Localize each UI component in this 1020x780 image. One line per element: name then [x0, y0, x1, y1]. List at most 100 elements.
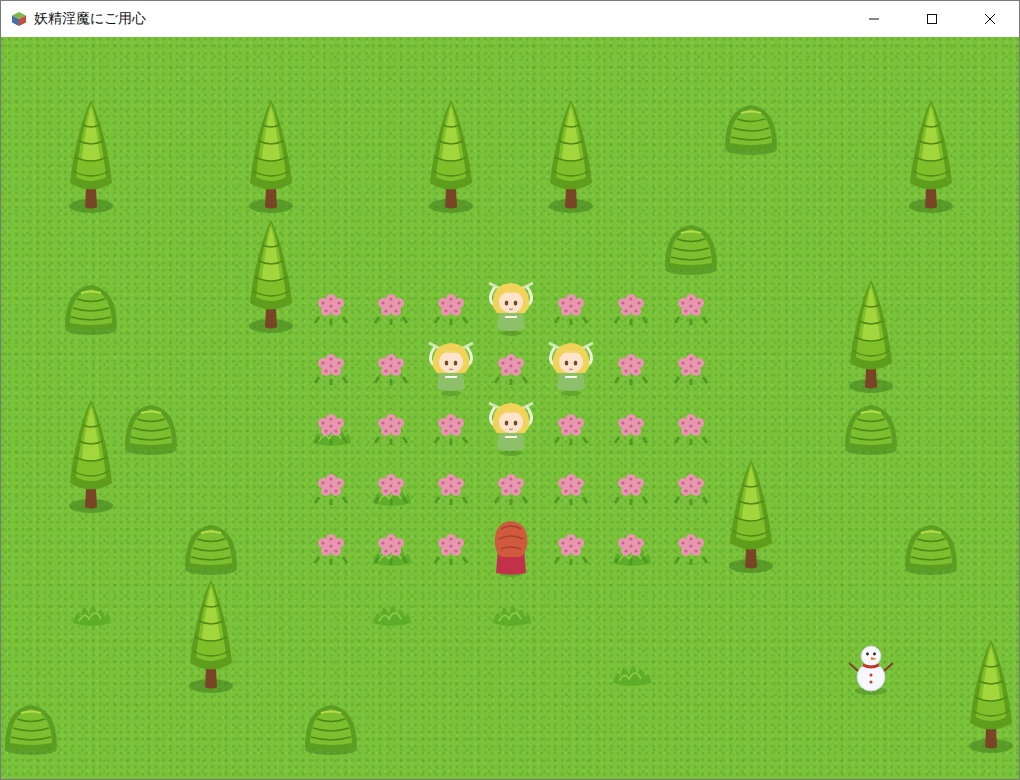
fairy-icon — [481, 397, 541, 457]
bush-icon — [721, 97, 781, 157]
flower-sprite — [301, 457, 361, 517]
flower-icon — [301, 457, 361, 517]
title-bar: 妖精淫魔にご用心 — [1, 1, 1019, 37]
flower-sprite — [301, 397, 361, 457]
flower-icon — [301, 397, 361, 457]
maximize-button[interactable] — [903, 1, 961, 37]
tree-sprite — [841, 277, 901, 397]
flower-sprite — [301, 517, 361, 577]
player-icon — [481, 517, 541, 577]
flower-icon — [661, 517, 721, 577]
tree-icon — [841, 277, 901, 397]
bush-sprite — [121, 397, 181, 457]
flower-icon — [601, 337, 661, 397]
tree-sprite — [721, 457, 781, 577]
flower-sprite — [361, 397, 421, 457]
flower-sprite — [601, 397, 661, 457]
tree-icon — [721, 457, 781, 577]
bush-sprite — [301, 697, 361, 757]
flower-sprite — [361, 337, 421, 397]
flower-icon — [661, 277, 721, 337]
window-title: 妖精淫魔にご用心 — [34, 10, 146, 28]
tree-sprite — [241, 97, 301, 217]
flower-icon — [361, 277, 421, 337]
flower-icon — [601, 397, 661, 457]
minimize-icon — [868, 13, 880, 25]
grass-icon — [361, 577, 421, 637]
flower-icon — [661, 457, 721, 517]
tree-icon — [61, 97, 121, 217]
flower-sprite — [541, 517, 601, 577]
flower-sprite — [481, 457, 541, 517]
flower-sprite — [301, 277, 361, 337]
flower-sprite — [481, 337, 541, 397]
tree-icon — [181, 577, 241, 697]
bush-sprite — [661, 217, 721, 277]
flower-icon — [361, 517, 421, 577]
fairy-sprite — [541, 337, 601, 397]
flower-sprite — [661, 277, 721, 337]
fairy-icon — [481, 277, 541, 337]
tree-icon — [961, 637, 1019, 757]
bush-sprite — [181, 517, 241, 577]
flower-icon — [601, 517, 661, 577]
flower-sprite — [421, 397, 481, 457]
tree-icon — [241, 97, 301, 217]
flower-sprite — [661, 457, 721, 517]
tree-sprite — [421, 97, 481, 217]
tree-icon — [61, 397, 121, 517]
flower-sprite — [541, 277, 601, 337]
flower-icon — [481, 457, 541, 517]
close-button[interactable] — [961, 1, 1019, 37]
minimize-button[interactable] — [845, 1, 903, 37]
flower-icon — [541, 397, 601, 457]
grass-sprite — [481, 577, 541, 637]
flower-sprite — [421, 457, 481, 517]
flower-sprite — [601, 517, 661, 577]
tree-sprite — [181, 577, 241, 697]
flower-icon — [301, 337, 361, 397]
snowman-icon — [841, 637, 901, 697]
flower-icon — [661, 397, 721, 457]
flower-sprite — [601, 277, 661, 337]
fairy-sprite — [481, 277, 541, 337]
grass-sprite — [61, 577, 121, 637]
flower-icon — [421, 397, 481, 457]
bush-icon — [121, 397, 181, 457]
grass-sprite — [601, 637, 661, 697]
flower-sprite — [541, 457, 601, 517]
game-window: 妖精淫魔にご用心 — [0, 0, 1020, 780]
flower-icon — [601, 277, 661, 337]
flower-sprite — [361, 457, 421, 517]
flower-sprite — [301, 337, 361, 397]
snowman-sprite — [841, 637, 901, 697]
flower-sprite — [421, 517, 481, 577]
tree-sprite — [541, 97, 601, 217]
app-icon — [11, 11, 27, 27]
flower-sprite — [361, 517, 421, 577]
fairy-sprite — [481, 397, 541, 457]
tree-sprite — [901, 97, 961, 217]
flower-sprite — [661, 517, 721, 577]
bush-sprite — [841, 397, 901, 457]
maximize-icon — [926, 13, 938, 25]
flower-icon — [541, 457, 601, 517]
bush-icon — [1, 697, 61, 757]
player-sprite — [481, 517, 541, 577]
flower-sprite — [541, 397, 601, 457]
tree-sprite — [61, 97, 121, 217]
grass-icon — [601, 637, 661, 697]
flower-icon — [301, 517, 361, 577]
tree-icon — [541, 97, 601, 217]
bush-icon — [61, 277, 121, 337]
grass-icon — [61, 577, 121, 637]
bush-sprite — [61, 277, 121, 337]
flower-icon — [541, 517, 601, 577]
fairy-sprite — [421, 337, 481, 397]
bush-icon — [841, 397, 901, 457]
flower-icon — [421, 277, 481, 337]
flower-icon — [361, 397, 421, 457]
close-icon — [984, 13, 996, 25]
game-map — [1, 37, 1019, 779]
bush-sprite — [721, 97, 781, 157]
